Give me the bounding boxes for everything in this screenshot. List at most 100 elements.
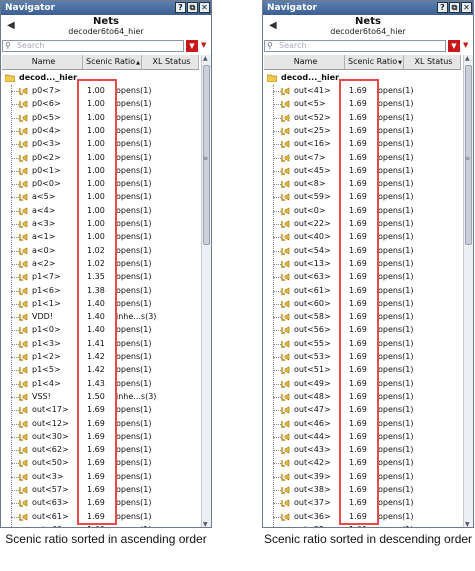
table-row[interactable]: p0<6> 1.00 opens(1) (2, 98, 199, 110)
table-row[interactable]: out<61> 1.69 opens(1) (264, 285, 461, 297)
column-xl-status[interactable]: XL Status (404, 55, 461, 69)
table-row[interactable]: out<63> 1.69 opens(1) (2, 497, 199, 509)
table-row[interactable]: out<49> 1.69 opens(1) (264, 378, 461, 390)
table-row[interactable]: a<2> 1.02 opens(1) (2, 258, 199, 270)
table-row[interactable]: p0<4> 1.00 opens(1) (2, 125, 199, 137)
table-row[interactable]: out<40> 1.69 opens(1) (264, 231, 461, 243)
table-row[interactable]: out<61> 1.69 opens(1) (2, 511, 199, 523)
scroll-up-icon[interactable]: ▲ (203, 55, 208, 62)
table-row[interactable]: p1<7> 1.35 opens(1) (2, 271, 199, 283)
filter-dropdown-button[interactable]: ▼ (186, 40, 198, 52)
table-row[interactable]: p0<3> 1.00 opens(1) (2, 138, 199, 150)
scenic-ratio-value: 1.40 (87, 312, 105, 322)
table-row[interactable]: out<36> 1.69 opens(1) (264, 511, 461, 523)
table-row[interactable]: p0<1> 1.00 opens(1) (2, 165, 199, 177)
scroll-down-icon[interactable]: ▼ (465, 521, 470, 527)
table-row[interactable]: out<37> 1.69 opens(1) (264, 497, 461, 509)
help-icon[interactable]: ? (175, 2, 186, 13)
table-row[interactable]: out<39> 1.69 opens(1) (264, 471, 461, 483)
table-row[interactable]: VDD! 1.40 inhe...s(3) (2, 311, 199, 323)
column-xl-status[interactable]: XL Status (142, 55, 199, 69)
options-dropdown-icon[interactable]: ▼ (201, 41, 206, 49)
table-row[interactable]: out<63> 1.69 opens(1) (264, 271, 461, 283)
table-row[interactable]: out<42> 1.69 opens(1) (264, 457, 461, 469)
help-icon[interactable]: ? (437, 2, 448, 13)
close-icon[interactable]: ✕ (461, 2, 472, 13)
table-row[interactable]: out<30> 1.69 opens(1) (2, 431, 199, 443)
table-row[interactable]: out<59> 1.69 opens(1) (264, 191, 461, 203)
table-row[interactable]: out<55> 1.69 opens(1) (264, 338, 461, 350)
table-row[interactable]: out<57> 1.69 opens(1) (2, 484, 199, 496)
net-name: p0<2> (32, 152, 61, 162)
close-icon[interactable]: ✕ (199, 2, 210, 13)
table-row[interactable]: out<0> 1.69 opens(1) (264, 205, 461, 217)
table-row[interactable]: out<12> 1.69 opens(1) (2, 418, 199, 430)
scroll-up-icon[interactable]: ▲ (465, 55, 470, 62)
table-row[interactable]: a<0> 1.02 opens(1) (2, 245, 199, 257)
scroll-down-icon[interactable]: ▼ (203, 521, 208, 527)
table-row[interactable]: p1<6> 1.38 opens(1) (2, 285, 199, 297)
search-input[interactable]: ⚲ Search (264, 40, 446, 52)
column-name[interactable]: Name (264, 55, 345, 69)
table-row[interactable]: out<7> 1.69 opens(1) (264, 152, 461, 164)
table-row[interactable]: a<1> 1.00 opens(1) (2, 231, 199, 243)
table-row[interactable]: VSS! 1.50 inhe...s(3) (2, 391, 199, 403)
table-row[interactable]: out<58> 1.69 opens(1) (264, 311, 461, 323)
table-row[interactable]: p0<0> 1.00 opens(1) (2, 178, 199, 190)
table-row[interactable]: out<53> 1.69 opens(1) (264, 351, 461, 363)
table-row[interactable]: out<13> 1.69 opens(1) (264, 258, 461, 270)
table-row[interactable]: out<48> 1.69 opens(1) (264, 391, 461, 403)
vertical-scrollbar[interactable]: ▲ ≡ ▼ (201, 55, 211, 527)
table-row[interactable]: out<22> 1.69 opens(1) (264, 218, 461, 230)
table-row[interactable]: out<56> 1.69 opens(1) (264, 324, 461, 336)
back-arrow-icon[interactable]: ◀ (7, 20, 15, 31)
filter-dropdown-button[interactable]: ▼ (448, 40, 460, 52)
table-row[interactable]: a<3> 1.00 opens(1) (2, 218, 199, 230)
column-scenic-ratio[interactable]: Scenic Ratio▼ (345, 55, 404, 69)
tree-root-row[interactable]: decod..._hier (2, 72, 199, 84)
table-row[interactable]: out<60> 1.69 opens(1) (264, 298, 461, 310)
table-row[interactable]: out<8> 1.69 opens(1) (264, 178, 461, 190)
table-row[interactable]: out<25> 1.69 opens(1) (264, 125, 461, 137)
table-row[interactable]: out<54> 1.69 opens(1) (264, 245, 461, 257)
column-name[interactable]: Name (2, 55, 83, 69)
table-row[interactable]: p1<2> 1.42 opens(1) (2, 351, 199, 363)
table-row[interactable]: p1<5> 1.42 opens(1) (2, 364, 199, 376)
table-row[interactable]: p0<2> 1.00 opens(1) (2, 152, 199, 164)
table-row[interactable]: out<3> 1.69 opens(1) (2, 471, 199, 483)
tree-connector (11, 117, 19, 119)
float-window-icon[interactable]: ⧉ (187, 2, 198, 13)
table-row[interactable]: out<47> 1.69 opens(1) (264, 404, 461, 416)
table-row[interactable]: p1<3> 1.41 opens(1) (2, 338, 199, 350)
options-dropdown-icon[interactable]: ▼ (463, 41, 468, 49)
table-row[interactable]: out<52> 1.69 opens(1) (264, 112, 461, 124)
vertical-scrollbar[interactable]: ▲ ≡ ▼ (463, 55, 473, 527)
table-row[interactable]: out<44> 1.69 opens(1) (264, 431, 461, 443)
table-row[interactable]: out<45> 1.69 opens(1) (264, 165, 461, 177)
search-input[interactable]: ⚲ Search (2, 40, 184, 52)
table-row[interactable]: p1<4> 1.43 opens(1) (2, 378, 199, 390)
xl-status-value: opens(1) (116, 205, 152, 215)
table-row[interactable]: out<43> 1.69 opens(1) (264, 444, 461, 456)
table-row[interactable]: p0<5> 1.00 opens(1) (2, 112, 199, 124)
table-row[interactable]: p1<0> 1.40 opens(1) (2, 324, 199, 336)
table-row[interactable]: out<60> 1.69 opens(1) (2, 524, 199, 527)
table-row[interactable]: out<41> 1.69 opens(1) (264, 85, 461, 97)
tree-root-row[interactable]: decod..._hier (264, 72, 461, 84)
table-row[interactable]: out<35> 1.69 opens(1) (264, 524, 461, 527)
table-row[interactable]: a<4> 1.00 opens(1) (2, 205, 199, 217)
table-row[interactable]: out<5> 1.69 opens(1) (264, 98, 461, 110)
table-row[interactable]: out<46> 1.69 opens(1) (264, 418, 461, 430)
table-row[interactable]: out<38> 1.69 opens(1) (264, 484, 461, 496)
table-row[interactable]: out<50> 1.69 opens(1) (2, 457, 199, 469)
table-row[interactable]: out<17> 1.69 opens(1) (2, 404, 199, 416)
float-window-icon[interactable]: ⧉ (449, 2, 460, 13)
table-row[interactable]: out<16> 1.69 opens(1) (264, 138, 461, 150)
table-row[interactable]: p0<7> 1.00 opens(1) (2, 85, 199, 97)
table-row[interactable]: out<62> 1.69 opens(1) (2, 444, 199, 456)
back-arrow-icon[interactable]: ◀ (269, 20, 277, 31)
column-scenic-ratio[interactable]: Scenic Ratio▲ (83, 55, 142, 69)
table-row[interactable]: a<5> 1.00 opens(1) (2, 191, 199, 203)
table-row[interactable]: p1<1> 1.40 opens(1) (2, 298, 199, 310)
table-row[interactable]: out<51> 1.69 opens(1) (264, 364, 461, 376)
